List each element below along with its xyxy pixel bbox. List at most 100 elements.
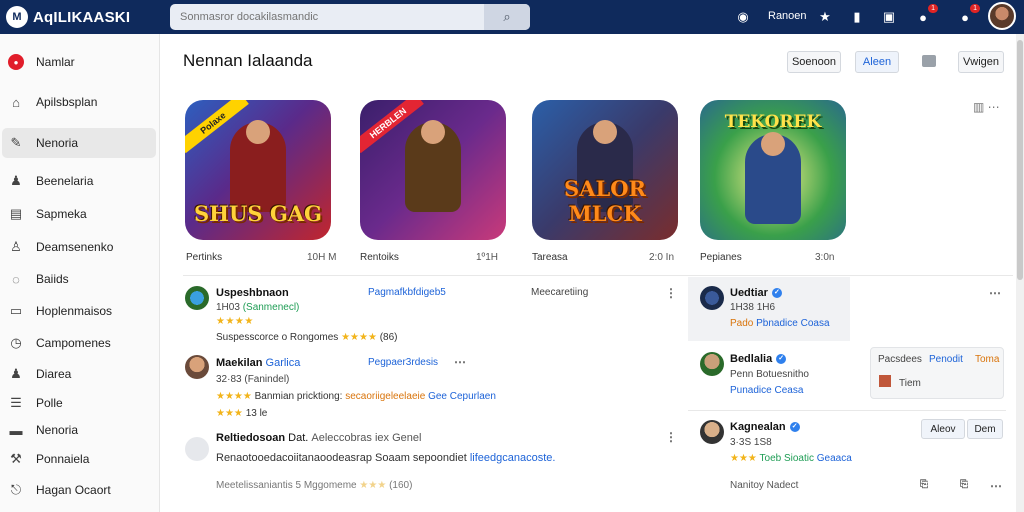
sidebar-item-label: Baiids: [36, 272, 69, 286]
bookmark-icon[interactable]: ⎘: [960, 479, 968, 490]
feed-rating: ★★★ 13 le: [216, 408, 268, 419]
sidebar-item-label: Namlar: [36, 55, 75, 69]
search-button[interactable]: ⌕: [484, 4, 530, 30]
notifications-icon[interactable]: ● 1: [914, 4, 938, 26]
sidebar-item-label: Beenelaria: [36, 174, 94, 188]
divider: [688, 410, 1006, 411]
sidebar-item-namlar[interactable]: ● Namlar: [2, 47, 156, 77]
share-icon[interactable]: ⎘: [920, 479, 928, 490]
people-icon: ♟: [10, 173, 22, 188]
avatar[interactable]: [700, 286, 724, 310]
feed-link[interactable]: Pagmafkbfdigeb5: [368, 287, 446, 298]
sidebar-item-window[interactable]: ▤ Sapmeka: [2, 199, 156, 229]
avatar[interactable]: [185, 286, 209, 310]
popup-link[interactable]: Penodit: [929, 354, 963, 365]
user-avatar[interactable]: [988, 2, 1016, 30]
game-character: [230, 120, 286, 212]
sidebar-item-clock[interactable]: ◷ Campomenes: [2, 328, 156, 358]
avatar[interactable]: [185, 355, 209, 379]
app-title: AqILIKAASKI: [33, 8, 131, 26]
more-options-icon[interactable]: ⋮: [665, 430, 677, 444]
sidebar-item-label: Apilsbsplan: [36, 95, 98, 109]
sidebar-item-tools[interactable]: ⚒ Ponnaiela: [2, 444, 156, 474]
feed-author[interactable]: Maekilan Garlica: [216, 357, 300, 369]
sidebar-item-label: Hagan Ocaort: [36, 483, 111, 497]
search-input[interactable]: [180, 11, 470, 23]
account-icon[interactable]: ◉: [734, 8, 752, 26]
comment-icon: ▭: [9, 303, 23, 318]
game-label: Pertinks: [186, 252, 223, 263]
tools-icon: ⚒: [10, 451, 22, 466]
avatar[interactable]: [185, 437, 209, 461]
app-red-icon: ●: [8, 54, 24, 70]
adjust-button[interactable]: Aleen: [855, 51, 899, 73]
sort-button[interactable]: Soenoon: [787, 51, 841, 73]
more-options-icon[interactable]: ⋯: [989, 286, 1001, 300]
sidebar-item-label: Nenoria: [36, 136, 79, 150]
feed-author[interactable]: Uspeshbnaon: [216, 287, 289, 299]
feed-author[interactable]: Reltiedosoan Dat. Aeleccobras iex Genel: [216, 432, 421, 444]
feed-meta: Penn Botuesnitho: [730, 369, 809, 380]
sidebar-item-list[interactable]: ☰ Polle: [2, 388, 156, 418]
footer-text: Nanitoy Nadect: [730, 480, 799, 491]
feed-author[interactable]: Kagnealan ✓: [730, 421, 800, 433]
feed-note: Meecaretiing: [531, 287, 589, 298]
feed-text: ★★★★ Banmian pricktiong: secaoriigeleela…: [216, 391, 496, 402]
sidebar-item-user[interactable]: ♙ Deamsenenko: [2, 232, 156, 262]
top-label[interactable]: Ranoen: [768, 10, 807, 22]
app-logo[interactable]: M AqILIKAASKI: [6, 6, 130, 28]
more-options-icon[interactable]: ⋮: [665, 286, 677, 300]
star-icon[interactable]: ★: [816, 8, 834, 26]
sidebar-item-label: Hoplenmaisos: [36, 304, 113, 318]
game-title-art: TEKOREK: [724, 112, 822, 132]
more-options-icon[interactable]: ⋯: [454, 355, 466, 369]
game-card-image[interactable]: Polaxe SHUS GAG: [185, 100, 331, 240]
sidebar-item-home[interactable]: ⌂ Apilsbsplan: [2, 87, 156, 117]
star-rating: ★★★★: [216, 316, 254, 327]
avatar[interactable]: [700, 420, 724, 444]
done-button[interactable]: Dem: [967, 419, 1003, 439]
game-character: [745, 132, 801, 224]
game-card-image[interactable]: HERBLEN: [360, 100, 506, 240]
sidebar-item-active[interactable]: ✎ Nenoria: [2, 128, 156, 158]
sidebar-item-comment[interactable]: ▭ Hoplenmaisos: [2, 296, 156, 326]
window-icon: ▤: [9, 206, 23, 221]
more-options-icon[interactable]: ⋯: [990, 479, 1002, 493]
search-box[interactable]: ⌕: [170, 4, 530, 30]
avatar[interactable]: [700, 352, 724, 376]
divider: [183, 275, 1013, 276]
verified-icon: ✓: [771, 288, 782, 299]
sidebar-item-people[interactable]: ♟ Beenelaria: [2, 166, 156, 196]
feed-text: Renaotooedacoiitanaoodeasrap Soaam sepoo…: [216, 452, 556, 464]
game-title-art: SHUS GAG: [194, 201, 322, 226]
feed-author[interactable]: Bedlalia ✓: [730, 353, 787, 365]
feed-meta: Punadice Ceasa: [730, 385, 804, 396]
follow-button[interactable]: Aleov: [921, 419, 965, 439]
window-icon[interactable]: ▣: [880, 8, 898, 26]
top-bar: M AqILIKAASKI ⌕ ◉ Ranoen ★ ▮ ▣ ●1 ●1: [0, 0, 1024, 34]
feed-author[interactable]: Uedtiar ✓: [730, 287, 782, 299]
game-count: 2:0 In: [649, 252, 675, 263]
home-icon: ⌂: [12, 94, 20, 110]
chat-icon: ◌: [12, 271, 20, 287]
sidebar-item-logout[interactable]: ⎋ Hagan Ocaort: [2, 475, 156, 505]
verified-icon: ✓: [776, 354, 787, 365]
image-icon[interactable]: [922, 55, 936, 67]
feed-link[interactable]: Pegpaer3rdesis: [368, 357, 438, 368]
game-card-image[interactable]: SALOR MLCK: [532, 100, 678, 240]
sidebar-item-person[interactable]: ♟ Diarea: [2, 359, 156, 389]
sidebar-item-folder[interactable]: ▬ Nenoria: [2, 415, 156, 445]
sidebar-item-chat[interactable]: ◌ Baiids: [2, 264, 156, 294]
game-card-image[interactable]: TEKOREK: [700, 100, 846, 240]
feed-meta: 3·3S 1S8: [730, 437, 772, 448]
more-options-icon[interactable]: ▥ ⋯: [973, 100, 1000, 114]
widget-button[interactable]: Vwigen: [958, 51, 1004, 73]
game-character: [405, 120, 461, 212]
sidebar-item-label: Ponnaiela: [36, 452, 90, 466]
scrollbar-thumb[interactable]: [1017, 40, 1023, 280]
chart-icon[interactable]: ▮: [848, 8, 866, 26]
edit-icon: ✎: [10, 135, 22, 150]
messages-icon[interactable]: ● 1: [956, 4, 980, 26]
sidebar-item-label: Diarea: [36, 367, 72, 381]
feed-text: Suspesscorce o Rongomes ★★★★ (86): [216, 332, 398, 343]
